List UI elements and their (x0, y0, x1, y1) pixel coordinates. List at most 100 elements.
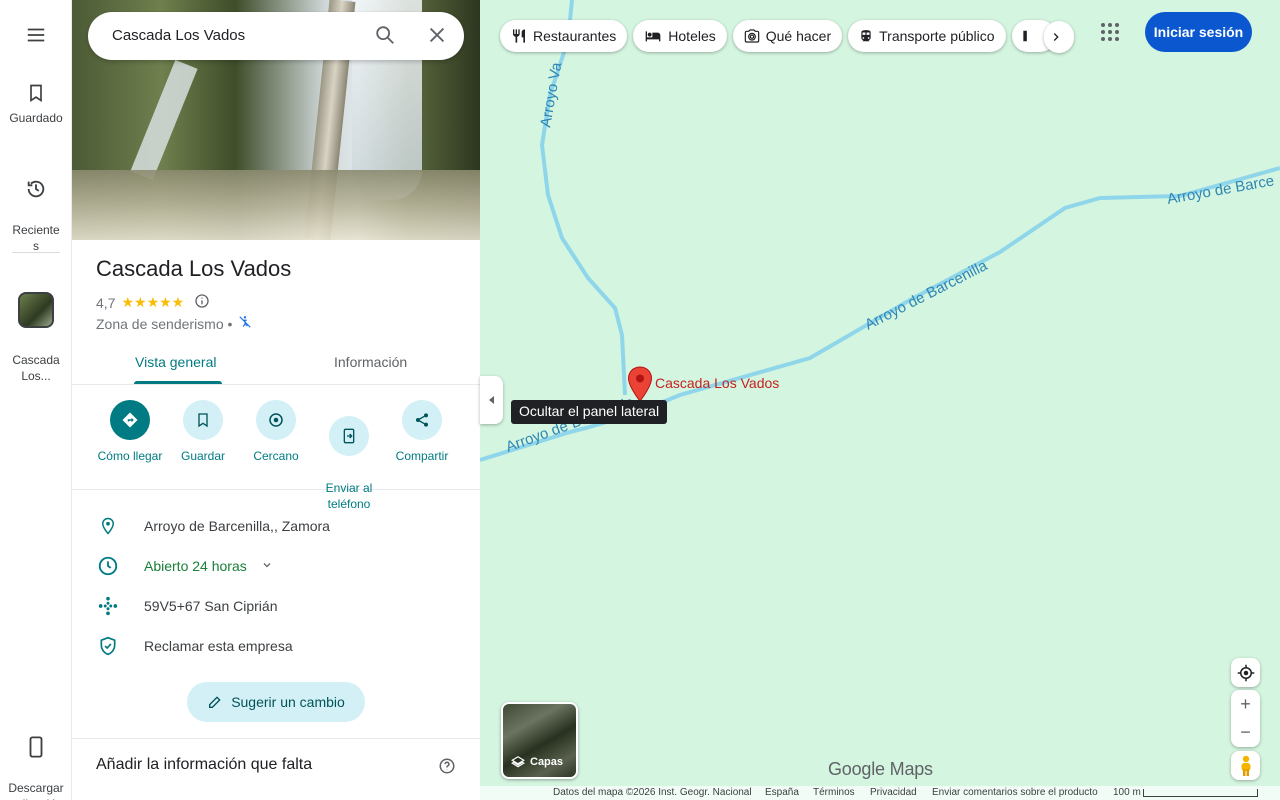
pegman-icon (1241, 755, 1250, 776)
clock-icon (96, 555, 120, 577)
missing-info-title: Añadir la información que falta (96, 756, 313, 773)
scale-label[interactable]: 100 m (1113, 787, 1141, 798)
place-panel: Cascada Los Vados Cascada Los Vados 4,7 … (72, 0, 480, 800)
suggest-label: Sugerir un cambio (231, 694, 345, 710)
sign-in-button[interactable]: Iniciar sesión (1145, 12, 1252, 52)
claim-business-row[interactable]: Reclamar esta empresa (72, 626, 480, 666)
tab-overview[interactable]: Vista general (135, 354, 216, 370)
rating-row[interactable]: 4,7 ★★★★★ (96, 293, 210, 312)
chip-transit[interactable]: Transporte público (848, 20, 1006, 52)
zoom-out-button[interactable]: − (1231, 718, 1260, 746)
map-data-attribution: Datos del mapa ©2026 Inst. Geogr. Nacion… (553, 787, 752, 798)
rail-download-label: Descargar aplicación (8, 781, 64, 800)
layers-label: Capas (530, 756, 564, 768)
rail-recent-label: Reciente s (12, 223, 60, 253)
menu-button[interactable] (0, 24, 72, 52)
hours-text: Abierto 24 horas (144, 558, 247, 574)
chip-label: Transporte público (879, 28, 995, 44)
history-icon (27, 180, 45, 198)
rating-value: 4,7 (96, 294, 116, 311)
bookmark-icon (30, 84, 42, 103)
place-category[interactable]: Zona de senderismo • (96, 316, 232, 332)
terms-link[interactable]: Términos (813, 787, 855, 798)
address-row[interactable]: Arroyo de Barcenilla,, Zamora (72, 506, 480, 546)
pencil-icon (209, 696, 221, 708)
chips-next-button[interactable] (1044, 21, 1074, 53)
rail-download-app[interactable]: Descargar aplicación (0, 720, 72, 800)
chip-label: Hoteles (668, 28, 716, 44)
chevron-right-icon (1053, 33, 1059, 41)
chip-hotels[interactable]: Hoteles (633, 20, 727, 52)
nearby-search-icon (269, 413, 283, 427)
fork-knife-icon (513, 29, 525, 43)
collapse-tooltip: Ocultar el panel lateral (511, 400, 668, 424)
search-input[interactable]: Cascada Los Vados (112, 27, 245, 44)
pin-label[interactable]: Cascada Los Vados (655, 375, 779, 391)
my-location-button[interactable] (1231, 658, 1260, 687)
map-footer: Datos del mapa ©2026 Inst. Geogr. Nacion… (480, 786, 1280, 800)
category-row: Zona de senderismo • (96, 315, 252, 332)
street-view-pegman[interactable] (1231, 751, 1260, 780)
info-icon[interactable] (194, 293, 210, 312)
place-thumbnail (18, 292, 54, 328)
directions-label: Cómo llegar (97, 449, 163, 463)
plus-code-icon (96, 595, 120, 617)
save-button[interactable]: Guardar (167, 400, 239, 464)
suggest-edit-button[interactable]: Sugerir un cambio (187, 682, 365, 722)
plus-code-row[interactable]: 59V5+67 San Ciprián (72, 586, 480, 626)
location-pin-icon (96, 515, 120, 537)
nearby-button[interactable]: Cercano (240, 400, 312, 464)
category-chips: Restaurantes Hoteles Qué hacer Transport… (500, 20, 1056, 54)
plus-code-text: 59V5+67 San Ciprián (144, 598, 278, 614)
hours-row[interactable]: Abierto 24 horas (72, 546, 480, 586)
country-link[interactable]: España (765, 787, 799, 798)
place-tabs: Vista general Información (72, 340, 480, 385)
chip-restaurants[interactable]: Restaurantes (500, 20, 628, 52)
share-icon (416, 413, 428, 427)
tab-info[interactable]: Información (334, 354, 407, 370)
send-to-phone-button[interactable]: Enviar al teléfono (313, 400, 385, 512)
feedback-link[interactable]: Enviar comentarios sobre el producto (932, 787, 1098, 798)
search-icon[interactable] (374, 24, 396, 51)
google-maps-logo: Google Maps (828, 759, 933, 779)
layers-icon (511, 756, 525, 768)
rail-saved-label: Guardado (9, 111, 63, 125)
chip-things-to-do[interactable]: Qué hacer (732, 20, 843, 52)
bookmark-icon (198, 413, 208, 428)
directions-icon (122, 412, 138, 428)
rail-place-label: Cascada Los... (12, 353, 60, 383)
search-box[interactable]: Cascada Los Vados (88, 12, 464, 60)
add-missing-info-section: Añadir la información que falta (72, 738, 480, 800)
privacy-link[interactable]: Privacidad (870, 787, 917, 798)
train-icon (861, 30, 871, 42)
send-to-phone-icon (343, 428, 355, 444)
chip-label: Qué hacer (765, 28, 832, 44)
place-title: Cascada Los Vados (96, 256, 292, 281)
rail-divider (12, 252, 60, 253)
apps-grid-icon[interactable] (1098, 20, 1122, 44)
left-rail: Guardado Reciente s Cascada Los... Desca… (0, 0, 72, 800)
my-location-icon (1237, 664, 1254, 681)
zoom-controls: + − (1231, 690, 1260, 747)
zoom-in-button[interactable]: + (1231, 690, 1260, 718)
tab-indicator (134, 381, 222, 384)
scale-bar (1143, 789, 1258, 797)
directions-button[interactable]: Cómo llegar (94, 400, 166, 464)
rail-saved[interactable]: Guardado (0, 82, 72, 126)
camera-icon (744, 29, 760, 43)
chip-label: Restaurantes (533, 28, 617, 44)
river-vados (539, 0, 627, 396)
share-button[interactable]: Compartir (386, 400, 458, 464)
rating-stars: ★★★★★ (121, 294, 185, 310)
rail-recent[interactable]: Reciente s (0, 162, 72, 254)
close-icon[interactable] (426, 24, 448, 51)
chevron-down-icon[interactable] (261, 558, 273, 574)
help-icon[interactable] (438, 757, 456, 780)
rail-recent-place[interactable]: Cascada Los... (0, 276, 72, 384)
collapse-panel-button[interactable] (480, 376, 503, 424)
share-label: Compartir (395, 449, 449, 463)
save-label: Guardar (180, 449, 226, 463)
river-label-barcenilla: Arroyo de Barcenilla (862, 257, 991, 334)
layers-button[interactable]: Capas (501, 702, 578, 779)
address-text: Arroyo de Barcenilla,, Zamora (144, 518, 330, 534)
